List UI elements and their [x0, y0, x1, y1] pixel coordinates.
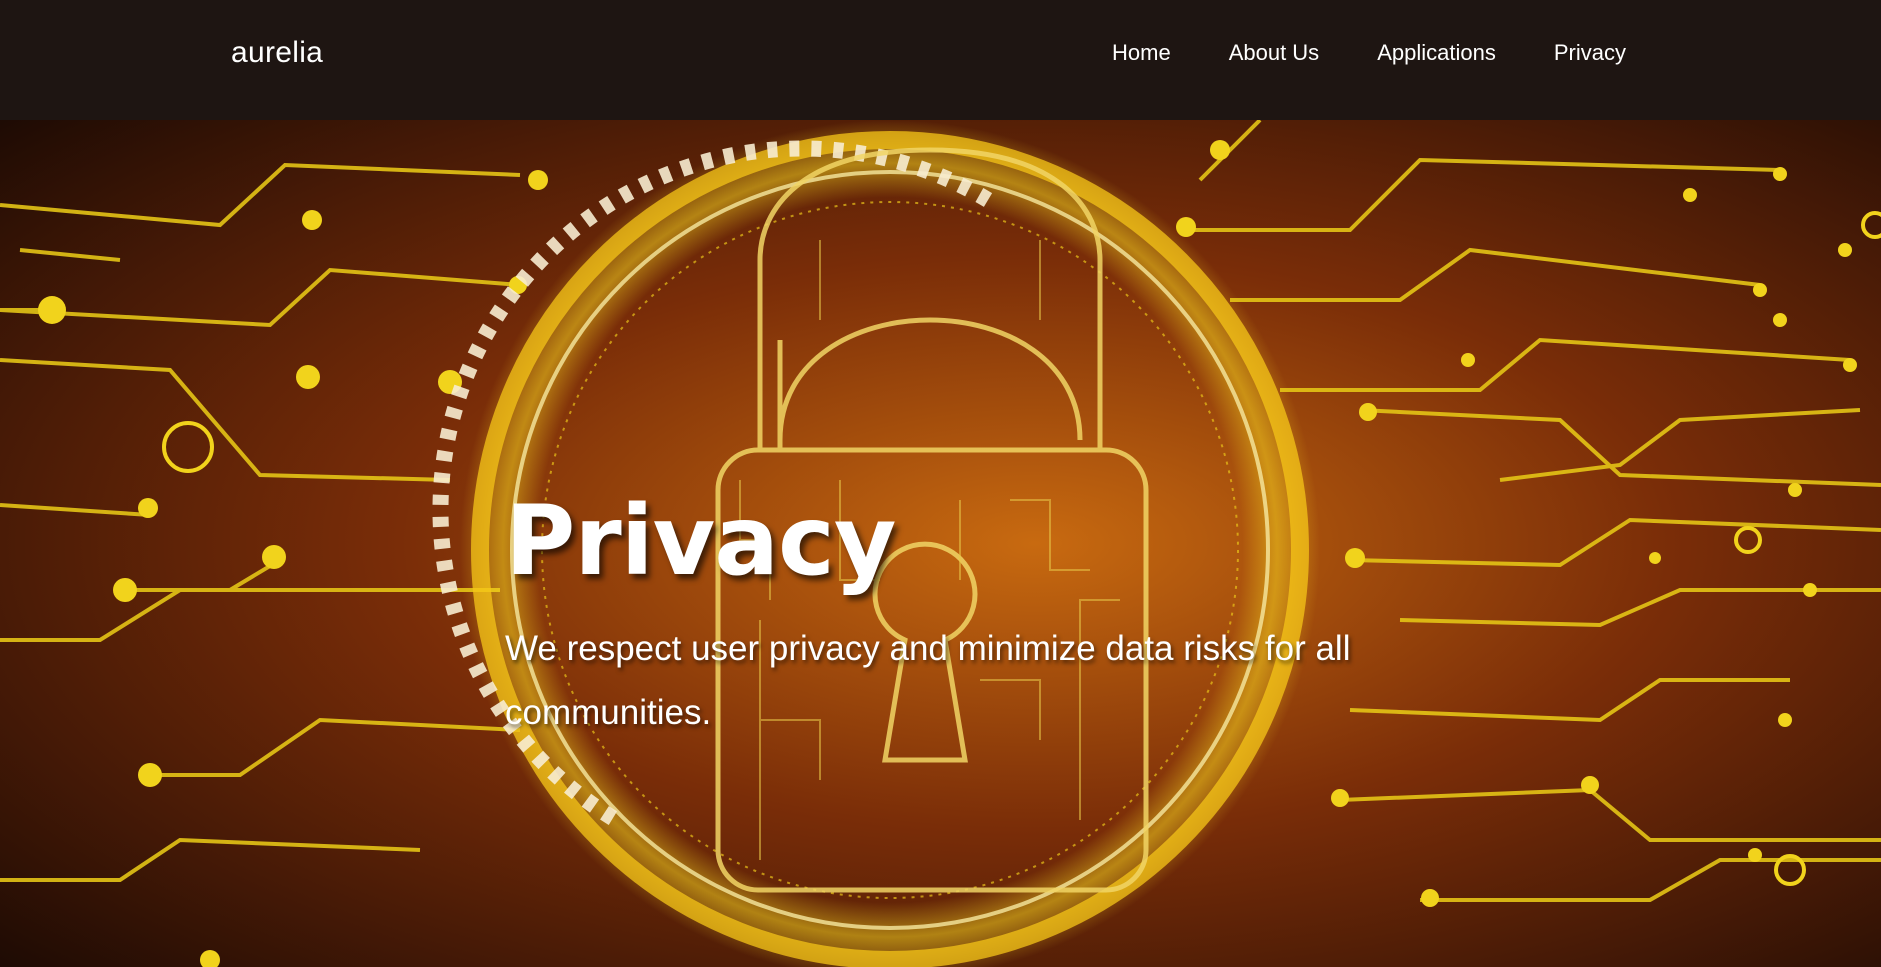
- nav-link-about-us[interactable]: About Us: [1229, 40, 1320, 66]
- hero-section: Privacy We respect user privacy and mini…: [0, 120, 1881, 967]
- hero-subtitle: We respect user privacy and minimize dat…: [505, 629, 1351, 732]
- navbar: aurelia Home About Us Applications Priva…: [0, 0, 1881, 120]
- padlock-circuit-icon: [0, 120, 1881, 967]
- nav-link-applications[interactable]: Applications: [1377, 40, 1496, 66]
- hero-title: Privacy: [505, 485, 896, 597]
- brand-logo-link[interactable]: aurelia: [231, 36, 323, 70]
- nav-links: Home About Us Applications Privacy: [1112, 40, 1684, 66]
- nav-link-privacy[interactable]: Privacy: [1554, 40, 1626, 66]
- nav-link-home[interactable]: Home: [1112, 40, 1171, 66]
